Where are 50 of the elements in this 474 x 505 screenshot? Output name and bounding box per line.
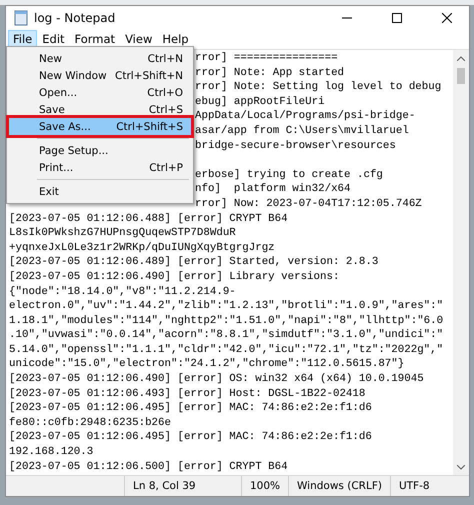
menu-entry[interactable]: Open... Ctrl+O (9, 84, 191, 101)
text-line: .10","uvwasi":"0.0.14","acorn":"8.8.1","simdutf":"3.1.0","undici":" (9, 329, 444, 342)
menu-entry[interactable]: New Window Ctrl+Shift+N (9, 67, 191, 84)
text-line: unicode":"15.0","electron":"24.1.2","chrome":"112.0.5615.87"} (9, 358, 404, 370)
text-line: 192.168.120.3 (9, 446, 94, 458)
status-text: Ln 8, Col 39 (124, 476, 241, 496)
menu-entry[interactable]: New Ctrl+N (9, 50, 191, 67)
text-line: [2023-07-05 01:12:06.495] [error] MAC: 74:86:e2:2e:f1:d6 (9, 431, 372, 444)
notepad-icon (14, 10, 28, 26)
text-line: erbose] trying to create .cfg (195, 168, 383, 181)
menu-entry[interactable]: Print... Ctrl+P (9, 159, 191, 176)
menu-item[interactable]: View (120, 30, 158, 48)
scrollbar[interactable] (453, 50, 469, 475)
text-line: [2023-07-05 01:12:06.500] [error] CRYPT B64 (9, 460, 288, 473)
text-line: [2023-07-05 01:12:06.488] [error] CRYPT B64 (9, 212, 288, 225)
text-line: rror] Note: App started (195, 66, 344, 79)
status-text: Windows (CRLF) (288, 476, 390, 496)
menu-entry[interactable]: Page Setup... (9, 142, 191, 159)
scroll-thumb[interactable] (457, 68, 465, 84)
text-line: fe80::c0fb:2948:6235:b26e (9, 416, 171, 429)
menu-item[interactable]: Edit (37, 30, 70, 48)
text-line: [2023-07-05 01:12:06.493] [error] Host: DGSL-1B22-02418 (9, 388, 366, 400)
text-line: electron.0","uv":"1.44.2","zlib":"1.2.13","brotli":"1.0.9","ares":" (9, 300, 444, 312)
window-title: log - Notepad (34, 10, 116, 24)
text-line: [2023-07-05 01:12:06.495] [error] MAC: 74:86:e2:2e:f1:d6 (9, 402, 372, 414)
text-line: [2023-07-05 01:12:06.490] [error] OS: win32 x64 (x64) 10.0.19045 (9, 373, 424, 386)
text-line: +yqnxeJxL0Le3z1r2WRKp/qDuIUNgXqyBtgrgJrgz (9, 242, 275, 254)
menu-item[interactable]: Help (157, 30, 194, 48)
text-line: 1.18.1","modules":"114","nghttp2":"1.51.0","napi":"8","llhttp":"6.0 (9, 314, 444, 327)
text-line: nfo] platform win32/x64 (195, 183, 351, 196)
text-line: 5.14.0","openssl":"1.1.1","cldr":"42.0","icu":"72.1","tz":"2022g"," (9, 344, 444, 356)
text-line: AppData/Local/Programs/psi-bridge- (195, 110, 416, 122)
text-line: asar/app from C:\Users\mvillaruel (195, 124, 409, 137)
text-line: L8sIk0PWkshzG7HUPnsgQuqewSTP7D8WduR (9, 227, 236, 240)
text-line: [2023-07-05 01:12:06.490] [error] Library versions: (9, 270, 340, 283)
menu-entry[interactable]: Exit (9, 183, 191, 200)
text-line: {"node":"18.14.0","v8":"11.2.214.9- (9, 286, 236, 298)
status-text: 100% (241, 476, 288, 496)
text-line: ebug] appRootFileUri (195, 96, 325, 108)
status-text: UTF-8 (390, 476, 438, 496)
text-line: [2023-07-05 01:12:06.489] [error] Started, version: 2.8.3 (9, 256, 378, 268)
maximize-icon[interactable] (392, 12, 402, 22)
text-line: bridge-secure-browser\resources (195, 140, 396, 152)
close-icon[interactable] (442, 12, 452, 22)
menu-item[interactable]: Format (70, 30, 120, 48)
text-line: rror] Note: Setting log level to debug (195, 81, 442, 94)
menu-entry[interactable]: Save As... Ctrl+Shift+S (9, 118, 191, 135)
text-line: rror] Now: 2023-07-04T17:12:05.746Z (195, 198, 422, 210)
menu-entry[interactable]: Save Ctrl+S (9, 101, 191, 118)
text-line: rror] ================ (195, 52, 338, 64)
